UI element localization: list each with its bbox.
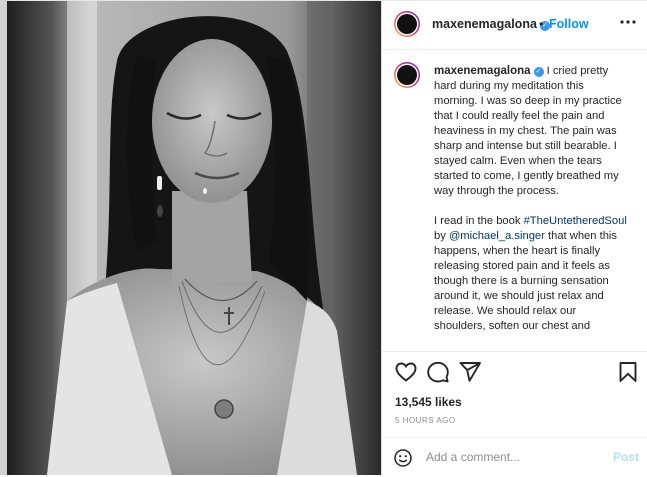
comment-icon[interactable] — [426, 360, 450, 384]
instagram-post-modal: maxenemagalona ✓ • Follow maxenemagalona ✓… — [0, 0, 647, 475]
post-timestamp[interactable]: 5 HOURS AGO — [395, 416, 456, 425]
more-horizontal-icon[interactable] — [619, 13, 637, 36]
post-header: maxenemagalona ✓ • Follow — [382, 1, 647, 50]
mention-link[interactable]: @michael_a.singer — [449, 230, 545, 242]
emoji-icon[interactable] — [394, 449, 412, 467]
caption-username[interactable]: maxenemagalona — [434, 65, 531, 77]
post-side-panel: maxenemagalona ✓ • Follow maxenemagalona ✓… — [381, 1, 647, 475]
hashtag-link[interactable]: #TheUntetheredSoul — [524, 215, 627, 227]
post-comment-button[interactable]: Post — [613, 450, 639, 464]
post-photo-illustration — [7, 1, 381, 475]
window-edge — [0, 0, 7, 475]
comment-input[interactable] — [426, 448, 596, 466]
post-image[interactable] — [7, 1, 381, 475]
caption-paragraph-2-start: I read in the book — [434, 215, 524, 227]
share-svg — [459, 362, 481, 382]
follow-button[interactable]: Follow — [549, 17, 589, 31]
verified-badge-icon: ✓ — [533, 67, 544, 77]
more-dots-svg — [620, 20, 636, 24]
avatar[interactable] — [394, 11, 420, 37]
caption-paragraph-2-end: that when this happens, when the heart i… — [434, 230, 621, 332]
bookmark-svg — [619, 362, 637, 382]
comment-svg — [427, 361, 449, 383]
caption-paragraph-1: I cried pretty hard during my meditation… — [434, 65, 625, 197]
share-icon[interactable] — [458, 360, 482, 384]
username-link[interactable]: maxenemagalona ✓ — [432, 17, 550, 31]
action-section: 13,545 likes 5 HOURS AGO Post — [382, 351, 647, 476]
heart-svg — [395, 362, 417, 382]
bookmark-icon[interactable] — [616, 360, 640, 384]
heart-icon[interactable] — [394, 360, 418, 384]
caption-section: maxenemagalona ✓ I cried pretty hard duri… — [382, 50, 647, 351]
caption-text: maxenemagalona ✓ I cried pretty hard duri… — [434, 64, 630, 334]
likes-count[interactable]: 13,545 likes — [395, 395, 462, 409]
caption-avatar[interactable] — [394, 62, 420, 88]
comment-bar: Post — [382, 437, 647, 477]
username-text[interactable]: maxenemagalona — [432, 17, 537, 31]
separator-dot: • — [539, 17, 544, 31]
emoji-svg — [394, 449, 412, 467]
